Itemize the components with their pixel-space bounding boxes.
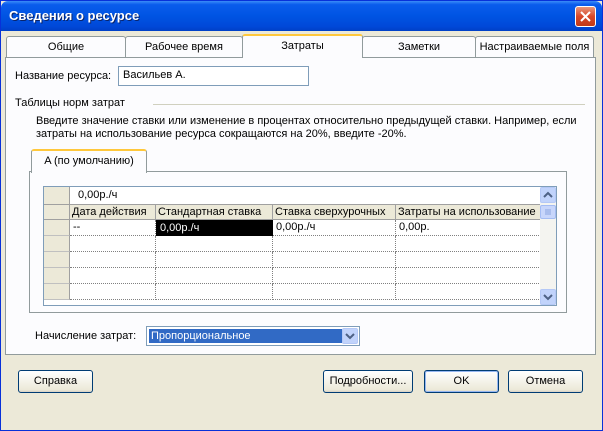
chevron-down-icon (345, 333, 355, 340)
grip-icon (545, 209, 551, 215)
table-cell[interactable] (396, 252, 541, 268)
title-bar[interactable]: Сведения о ресурсе (1, 1, 602, 31)
column-header-overtime-rate[interactable]: Ставка сверхурочных (273, 205, 396, 220)
standard-rate-cell[interactable]: 0,00р./ч (156, 220, 273, 236)
table-cell[interactable] (396, 268, 541, 284)
row-header[interactable] (44, 220, 70, 236)
table-cell[interactable] (70, 236, 156, 252)
cost-accrual-value: Пропорциональное (149, 329, 342, 343)
table-cell[interactable] (273, 268, 396, 284)
table-cell[interactable] (70, 252, 156, 268)
column-header-per-use-cost[interactable]: Затраты на использование (396, 205, 541, 220)
arrow-down-icon (543, 294, 553, 301)
table-cell[interactable] (70, 284, 156, 300)
entry-bar: 0,00р./ч (44, 187, 541, 205)
close-button[interactable] (575, 6, 596, 27)
subtab-a-default[interactable]: A (по умолчанию) (31, 149, 147, 173)
overtime-rate-cell[interactable]: 0,00р./ч (273, 220, 396, 236)
cancel-button[interactable]: Отмена (508, 370, 583, 393)
instructions-text: Введите значение ставки или изменение в … (36, 115, 577, 140)
table-cell[interactable] (156, 268, 273, 284)
arrow-up-icon (543, 191, 553, 198)
effective-date-cell[interactable]: -- (70, 220, 156, 236)
tab-notes[interactable]: Заметки (362, 36, 476, 57)
ok-button[interactable]: OK (424, 370, 499, 393)
scroll-up-button[interactable] (540, 187, 556, 203)
resource-info-dialog: Сведения о ресурсе Общие Рабочее время З… (0, 0, 603, 431)
vertical-scrollbar[interactable] (540, 187, 556, 305)
cost-accrual-label: Начисление затрат: (35, 330, 137, 342)
column-header-standard-rate[interactable]: Стандартная ставка (156, 205, 273, 220)
resource-name-label: Название ресурса: (15, 70, 112, 82)
cost-accrual-dropdown-button[interactable] (342, 328, 358, 344)
table-cell[interactable] (273, 236, 396, 252)
details-button[interactable]: Подробности... (323, 370, 413, 393)
dialog-title: Сведения о ресурсе (9, 8, 140, 23)
row-header[interactable] (44, 268, 70, 284)
table-cell[interactable] (396, 236, 541, 252)
table-cell[interactable] (273, 252, 396, 268)
table-cell[interactable] (156, 284, 273, 300)
cost-rate-table: 0,00р./ч Дата действия Стандартная ставк… (43, 186, 557, 306)
scroll-down-button[interactable] (540, 289, 556, 305)
entry-bar-input[interactable]: 0,00р./ч (78, 189, 117, 201)
table-cell[interactable] (396, 284, 541, 300)
close-icon (580, 11, 591, 22)
select-all-corner[interactable] (44, 205, 70, 220)
column-header-effective-date[interactable]: Дата действия (70, 205, 156, 220)
table-cell[interactable] (156, 236, 273, 252)
table-cell[interactable] (156, 252, 273, 268)
entry-bar-corner (44, 187, 70, 204)
scroll-thumb[interactable] (540, 205, 556, 219)
group-divider (153, 104, 585, 105)
row-header[interactable] (44, 236, 70, 252)
tab-working-time[interactable]: Рабочее время (125, 36, 243, 57)
table-cell[interactable] (70, 268, 156, 284)
help-button[interactable]: Справка (18, 370, 93, 393)
per-use-cost-cell[interactable]: 0,00р. (396, 220, 541, 236)
cost-accrual-select[interactable]: Пропорциональное (146, 326, 360, 346)
tab-costs[interactable]: Затраты (242, 34, 363, 58)
resource-name-input[interactable]: Васильев А. (118, 66, 309, 86)
tab-custom-fields[interactable]: Настраиваемые поля (475, 36, 594, 57)
row-header[interactable] (44, 252, 70, 268)
table-cell[interactable] (273, 284, 396, 300)
cost-tables-group-label: Таблицы норм затрат (15, 97, 125, 109)
tab-general[interactable]: Общие (6, 36, 126, 57)
row-header[interactable] (44, 284, 70, 300)
